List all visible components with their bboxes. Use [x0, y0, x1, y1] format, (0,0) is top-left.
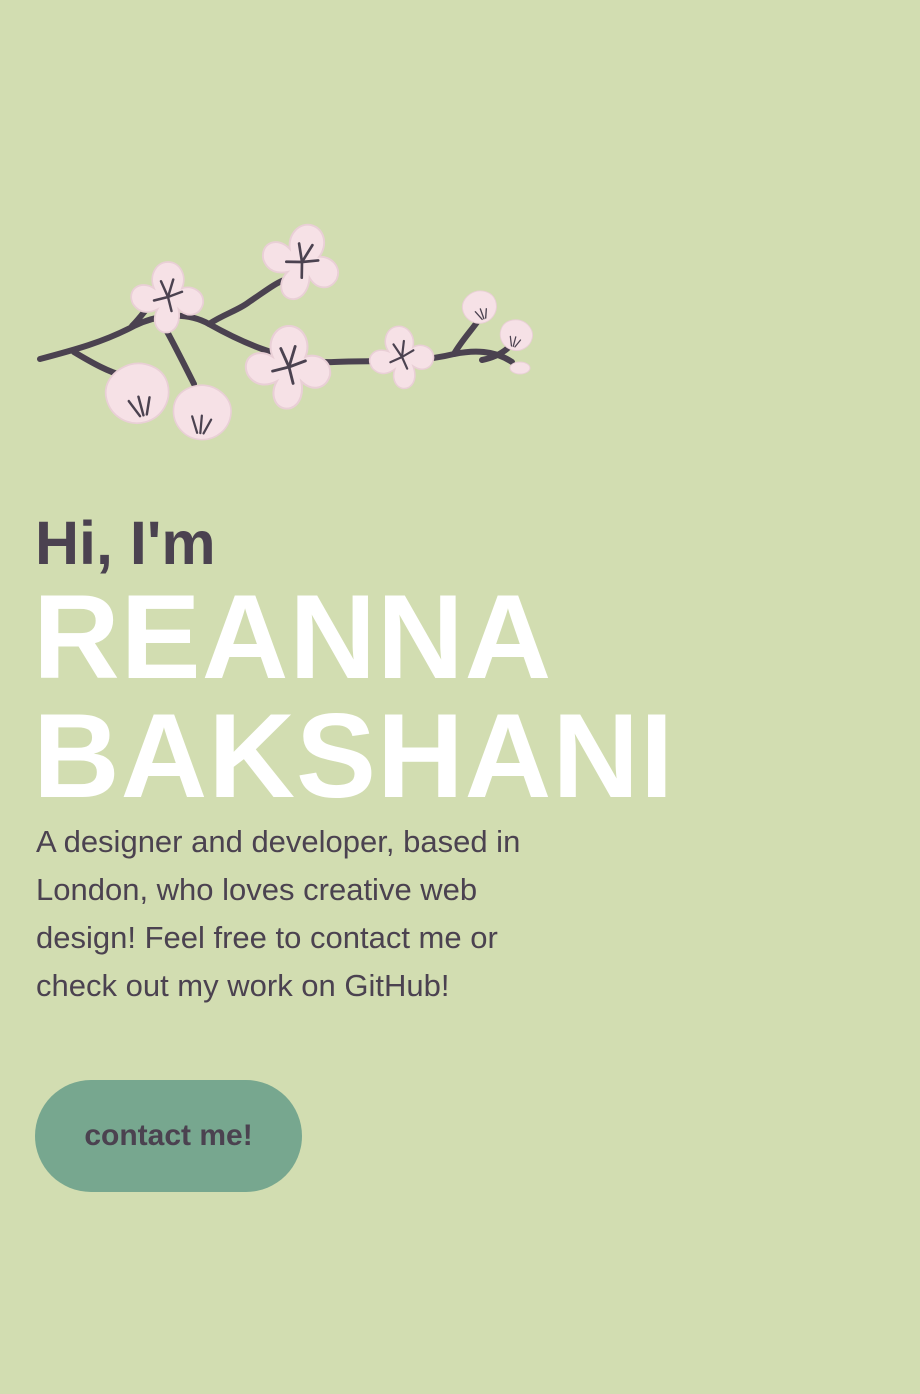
cherry-blossom-icon	[34, 214, 539, 450]
greeting-text: Hi, I'm	[35, 509, 216, 577]
hero-name: REANNA BAKSHANI	[33, 570, 675, 823]
name-first: REANNA	[33, 570, 553, 704]
name-last: BAKSHANI	[33, 689, 675, 823]
contact-button[interactable]: contact me!	[35, 1080, 302, 1192]
bio-text: A designer and developer, based in Londo…	[36, 824, 521, 1003]
